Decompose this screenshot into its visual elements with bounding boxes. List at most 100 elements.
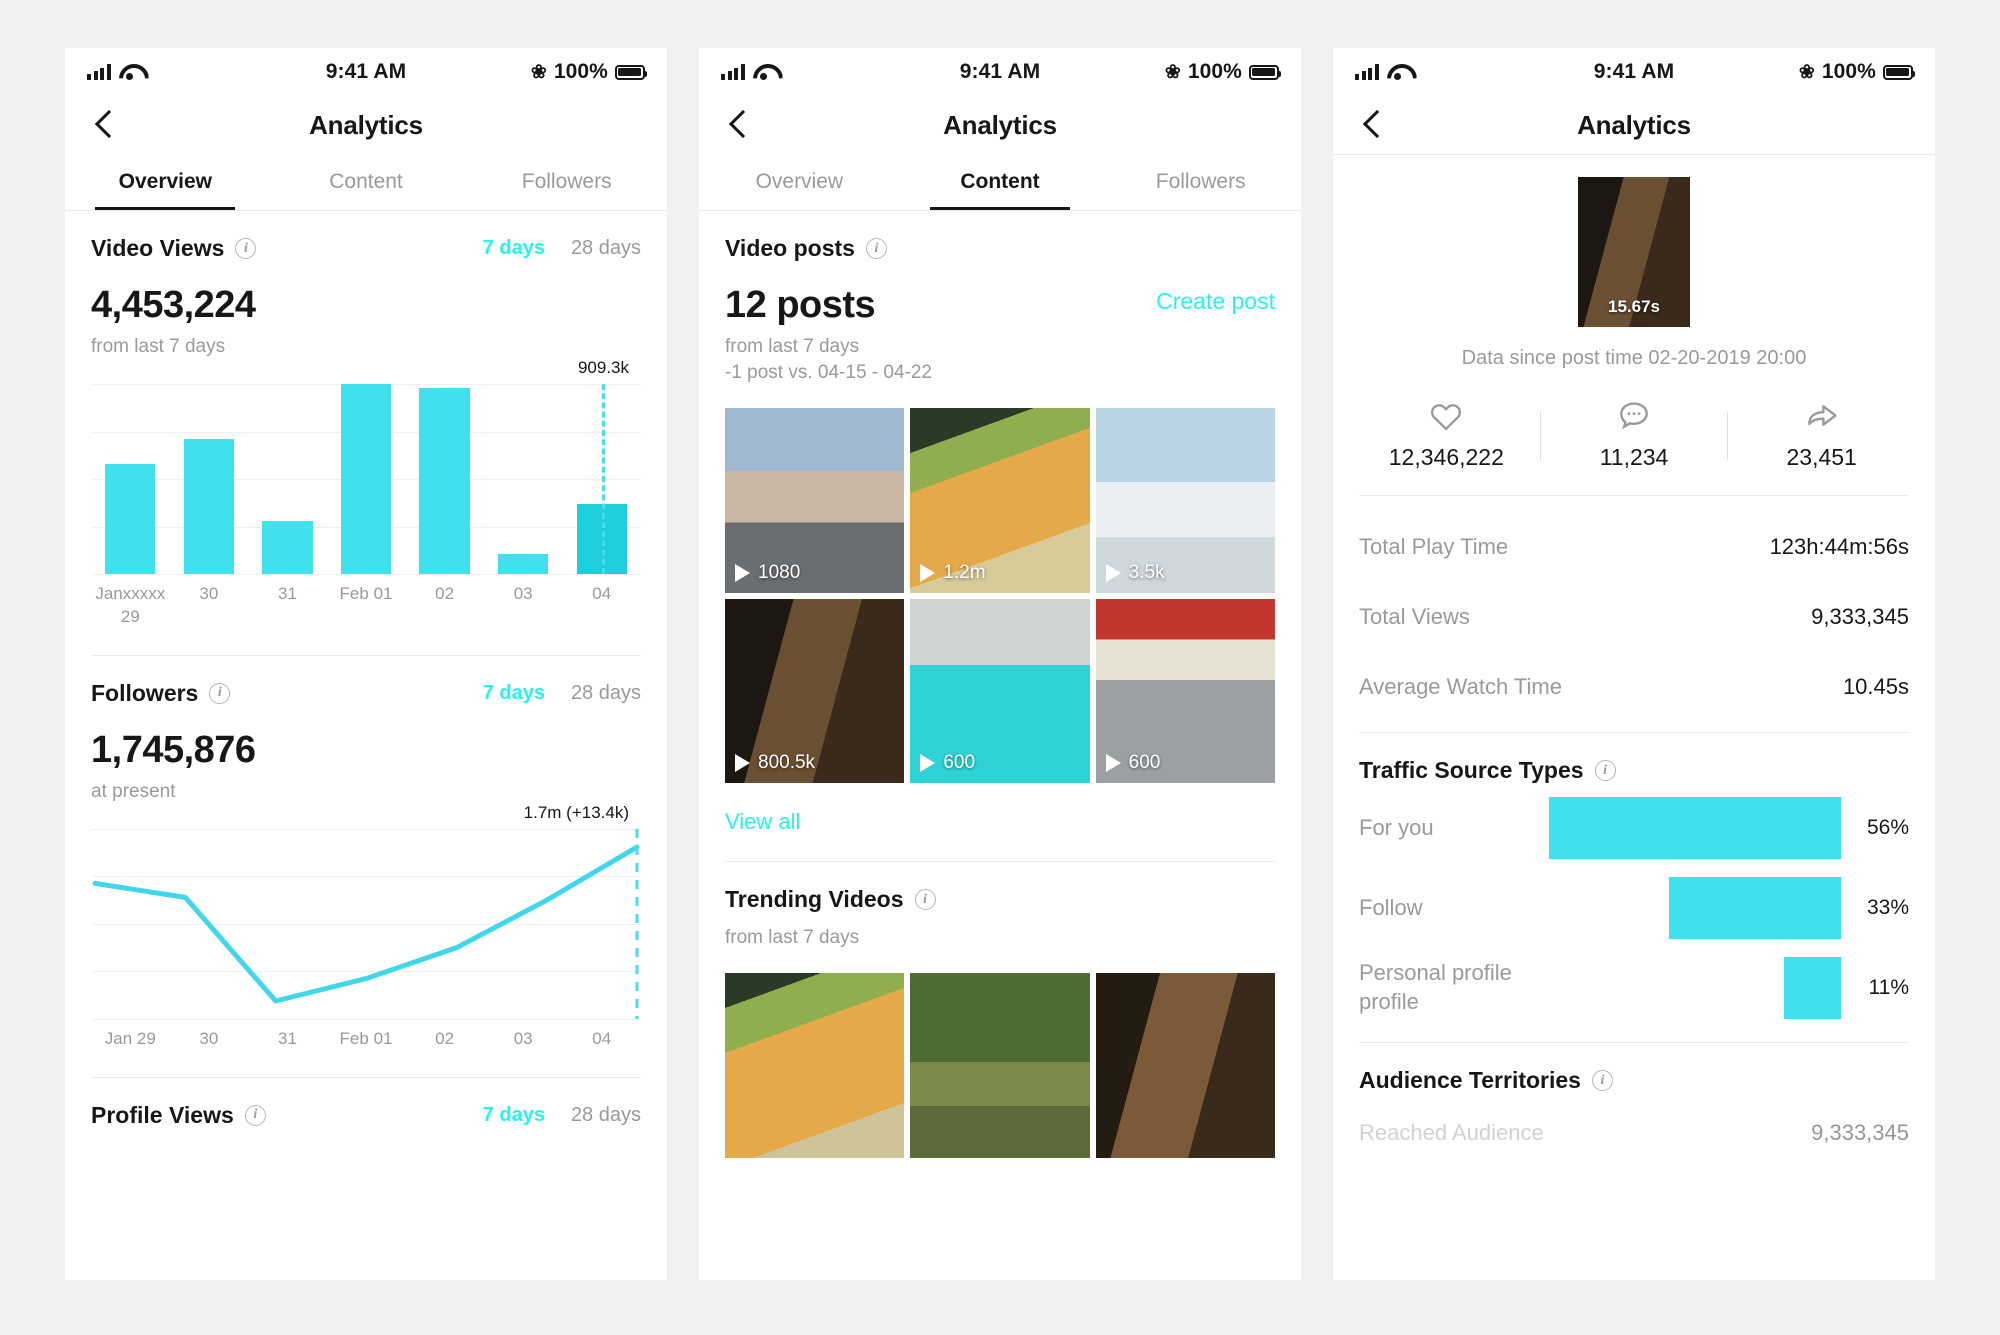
nav-bar: Analytics <box>65 96 667 154</box>
x-tick-label: 04 <box>592 584 612 603</box>
tab-overview[interactable]: Overview <box>699 154 900 210</box>
likes-count: 12,346,222 <box>1388 444 1504 470</box>
section-profile-views: Profile Views i 7 days 28 days <box>65 1078 667 1129</box>
view-count-label: 600 <box>1128 752 1161 774</box>
post-thumbnail[interactable] <box>1095 973 1275 1159</box>
stat-row: Average Watch Time 10.45s <box>1359 652 1909 722</box>
info-icon[interactable]: i <box>1594 760 1616 781</box>
range-28-days[interactable]: 28 days <box>571 682 641 705</box>
post-thumbnail[interactable]: 1080 <box>725 408 905 593</box>
range-7-days[interactable]: 7 days <box>483 1104 545 1127</box>
post-thumbnail[interactable]: 800.5k <box>725 598 905 784</box>
info-icon[interactable]: i <box>244 1104 266 1126</box>
cellular-signal-icon <box>87 64 111 80</box>
likes-stat: 12,346,222 <box>1353 400 1540 471</box>
post-thumbnail[interactable] <box>910 973 1090 1159</box>
thumbnail-image <box>910 973 1090 1159</box>
traffic-title-group: Traffic Source Types i <box>1359 757 1616 784</box>
battery-percent: 100% <box>1187 60 1242 83</box>
bar-chart-marker-line <box>601 384 605 574</box>
status-bar-left <box>87 64 271 80</box>
section-video-posts: Video posts i 12 posts from last 7 days … <box>699 211 1301 835</box>
range-7-days[interactable]: 7 days <box>483 682 545 705</box>
phone-panel-content: 9:41 AM ❀ 100% Analytics Overview Conten… <box>699 48 1301 1280</box>
traffic-header: Traffic Source Types i <box>1359 733 1909 784</box>
info-icon[interactable]: i <box>235 238 257 259</box>
territories-header: Audience Territories i <box>1359 1043 1909 1094</box>
play-icon <box>735 754 750 773</box>
stat-value: 123h:44m:56s <box>1769 534 1909 559</box>
traffic-percent: 56% <box>1866 816 1909 839</box>
bar-cell <box>405 384 484 574</box>
status-bar-right: ❀ 100% <box>1729 60 1915 84</box>
comments-stat: 11,234 <box>1541 400 1728 471</box>
range-7-days[interactable]: 7 days <box>483 237 545 260</box>
post-since-time: Data since post time 02-20-2019 20:00 <box>1461 347 1807 369</box>
range-28-days[interactable]: 28 days <box>571 1104 641 1127</box>
info-icon[interactable]: i <box>914 889 936 911</box>
tab-bar-overview: Overview Content Followers <box>65 154 667 210</box>
view-count: 600 <box>1105 752 1161 774</box>
shares-count: 23,451 <box>1786 444 1857 470</box>
tab-followers[interactable]: Followers <box>1100 154 1301 210</box>
tab-followers[interactable]: Followers <box>466 154 667 210</box>
traffic-bar <box>1783 957 1841 1019</box>
status-bar-right: ❀ 100% <box>1095 60 1281 84</box>
view-count-label: 3.5k <box>1128 561 1165 583</box>
stat-row: Total Views 9,333,345 <box>1359 582 1909 652</box>
post-thumbnail[interactable]: 600 <box>910 598 1090 784</box>
post-thumbnail[interactable]: 3.5k <box>1095 408 1275 593</box>
stat-key: Average Watch Time <box>1359 674 1562 699</box>
view-all-link[interactable]: View all <box>725 809 1275 835</box>
tab-overview[interactable]: Overview <box>65 154 266 210</box>
info-icon[interactable]: i <box>865 238 887 259</box>
comment-icon <box>1620 402 1648 430</box>
page-title: Analytics <box>943 109 1057 140</box>
video-posts-grid: 1080 1.2m 3.5k 800.5k 600 600 <box>725 408 1275 784</box>
tab-content[interactable]: Content <box>266 154 467 210</box>
view-count-label: 1080 <box>758 561 801 583</box>
followers-line-chart: 1.7m (+13.4k) <box>91 803 641 1020</box>
stat-key: Reached Audience <box>1359 1120 1544 1145</box>
play-icon <box>1105 754 1121 773</box>
play-icon <box>735 563 750 582</box>
status-bar-time: 9:41 AM <box>325 60 407 83</box>
cellular-signal-icon <box>1355 64 1379 80</box>
followers-title-group: Followers i <box>91 679 231 707</box>
info-icon[interactable]: i <box>209 682 231 704</box>
trending-grid <box>725 973 1275 1159</box>
thumbnail-image <box>1095 973 1275 1159</box>
video-posts-header: Video posts i <box>725 211 1275 262</box>
line-chart-x-axis: Jan 29 30 31 Feb 01 02 03 04 <box>91 1028 641 1051</box>
followers-label: Followers <box>91 679 199 706</box>
traffic-rows: For you 56% Follow 33% Personal profile prof… <box>1359 792 1909 1024</box>
bar <box>498 553 549 574</box>
play-icon <box>920 563 936 582</box>
traffic-label: Follow <box>1359 894 1423 920</box>
wifi-icon <box>753 64 775 80</box>
post-hero: 15.67s <box>1333 155 1935 327</box>
battery-percent: 100% <box>553 60 608 83</box>
page-title: Analytics <box>309 109 423 140</box>
section-followers: Followers i 7 days 28 days 1,745,876 at … <box>65 656 667 1051</box>
x-tick-label: 31 <box>277 1028 297 1048</box>
video-views-meta: from last 7 days <box>91 336 226 357</box>
view-count: 1.2m <box>920 562 986 584</box>
view-count: 1080 <box>735 562 800 584</box>
thumbnail-image <box>725 973 905 1159</box>
x-tick-label: Jan 29 <box>104 1028 156 1048</box>
post-thumbnail[interactable] <box>725 973 905 1159</box>
create-post-button[interactable]: Create post <box>1156 288 1275 315</box>
info-icon[interactable]: i <box>1591 1070 1613 1091</box>
post-thumbnail[interactable]: 15.67s <box>1578 177 1690 327</box>
tab-content[interactable]: Content <box>900 154 1101 210</box>
trending-label: Trending Videos <box>725 886 904 913</box>
profile-views-title-group: Profile Views i <box>91 1102 266 1129</box>
line-chart-peak-label: 1.7m (+13.4k) <box>523 802 629 822</box>
post-thumbnail[interactable]: 1.2m <box>910 408 1090 593</box>
followers-range-toggle: 7 days 28 days <box>483 682 641 705</box>
range-28-days[interactable]: 28 days <box>571 237 641 260</box>
bar-cell <box>170 384 249 574</box>
post-thumbnail[interactable]: 600 <box>1095 598 1275 784</box>
followers-value: 1,745,876 <box>91 728 256 771</box>
